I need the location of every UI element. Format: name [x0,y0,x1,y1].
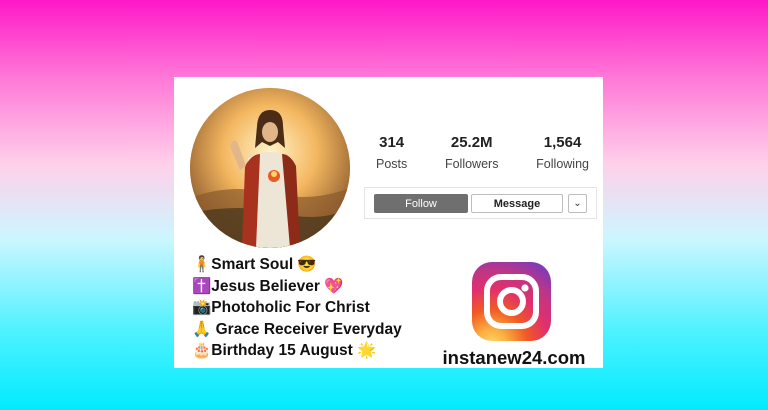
bio-line: 🧍Smart Soul 😎 [192,256,317,273]
bio-line: 🎂Birthday 15 August 🌟 [192,342,377,359]
posts-label: Posts [376,157,408,171]
following-count: 1,564 [543,134,582,151]
stat-following[interactable]: 1,564 Following [536,133,589,177]
followers-count: 25.2M [450,134,493,151]
jesus-portrait-image [190,88,350,248]
chevron-down-icon[interactable]: ⌄ [568,194,587,213]
following-label: Following [536,157,589,171]
bio-line: 🙏 Grace Receiver Everyday [192,320,402,338]
instagram-icon [472,262,551,341]
profile-card: 314 Posts 25.2M Followers 1,564 Followin… [174,77,603,368]
follow-button[interactable]: Follow [374,194,468,213]
bio-line: ✝️Jesus Believer 💖 [192,277,344,295]
stat-posts[interactable]: 314 Posts [376,133,407,177]
profile-bio: 🧍Smart Soul 😎 ✝️Jesus Believer 💖 📸Photoh… [192,254,442,362]
bio-line: 📸Photoholic For Christ [192,299,370,316]
stat-followers[interactable]: 25.2M Followers [445,133,499,177]
profile-avatar[interactable] [190,88,350,248]
posts-count: 314 [379,134,405,151]
message-button[interactable]: Message [471,194,563,213]
followers-label: Followers [444,157,499,171]
profile-stats: 314 Posts 25.2M Followers 1,564 Followin… [376,133,589,177]
profile-actions: Follow Message ⌄ [364,187,597,219]
site-watermark: instanew24.com [442,347,586,368]
